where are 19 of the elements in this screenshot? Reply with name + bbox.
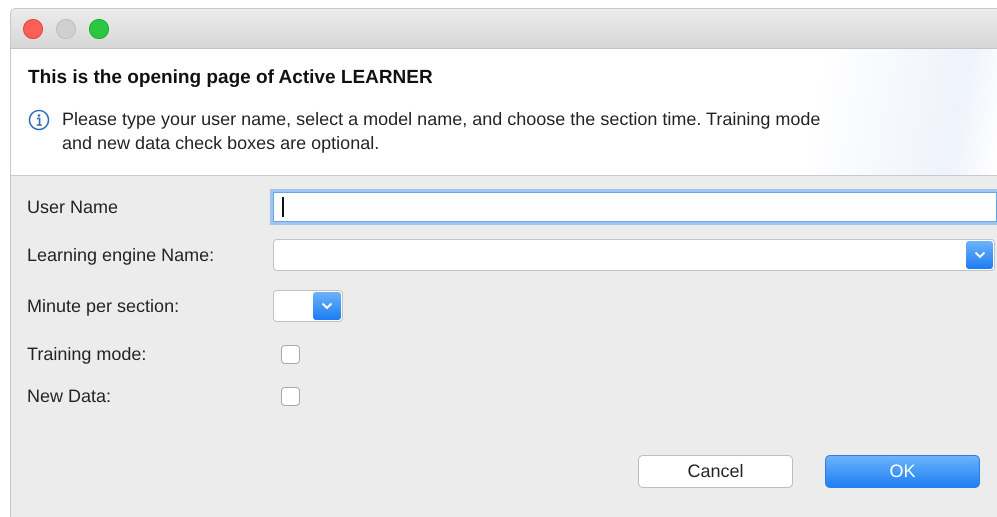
cancel-button[interactable]: Cancel — [638, 455, 793, 488]
field-label: User Name — [26, 196, 120, 218]
chevron-down-icon — [966, 241, 993, 269]
field-label: New Data: — [26, 386, 112, 406]
user-name-field[interactable] — [273, 192, 997, 222]
info-icon — [28, 109, 50, 131]
cursor-icon — [282, 197, 284, 217]
field-label: Minute per section: — [26, 296, 180, 316]
chevron-down-icon — [313, 292, 341, 320]
dialog-title: This is the opening page of Active LEARNER — [28, 67, 434, 89]
close-button[interactable] — [23, 18, 43, 38]
dropdown[interactable] — [273, 290, 343, 322]
field-label: Training mode: — [26, 344, 148, 364]
checkbox[interactable] — [281, 344, 300, 364]
field-label: Learning engine Name: — [26, 244, 216, 266]
info-message: Please type your user name, select a model name, and choose the section time. Training mode and new data check boxes are optional. — [62, 108, 822, 155]
dropdown[interactable] — [273, 239, 995, 271]
checkbox[interactable] — [281, 386, 300, 406]
zoom-button[interactable] — [89, 18, 109, 38]
